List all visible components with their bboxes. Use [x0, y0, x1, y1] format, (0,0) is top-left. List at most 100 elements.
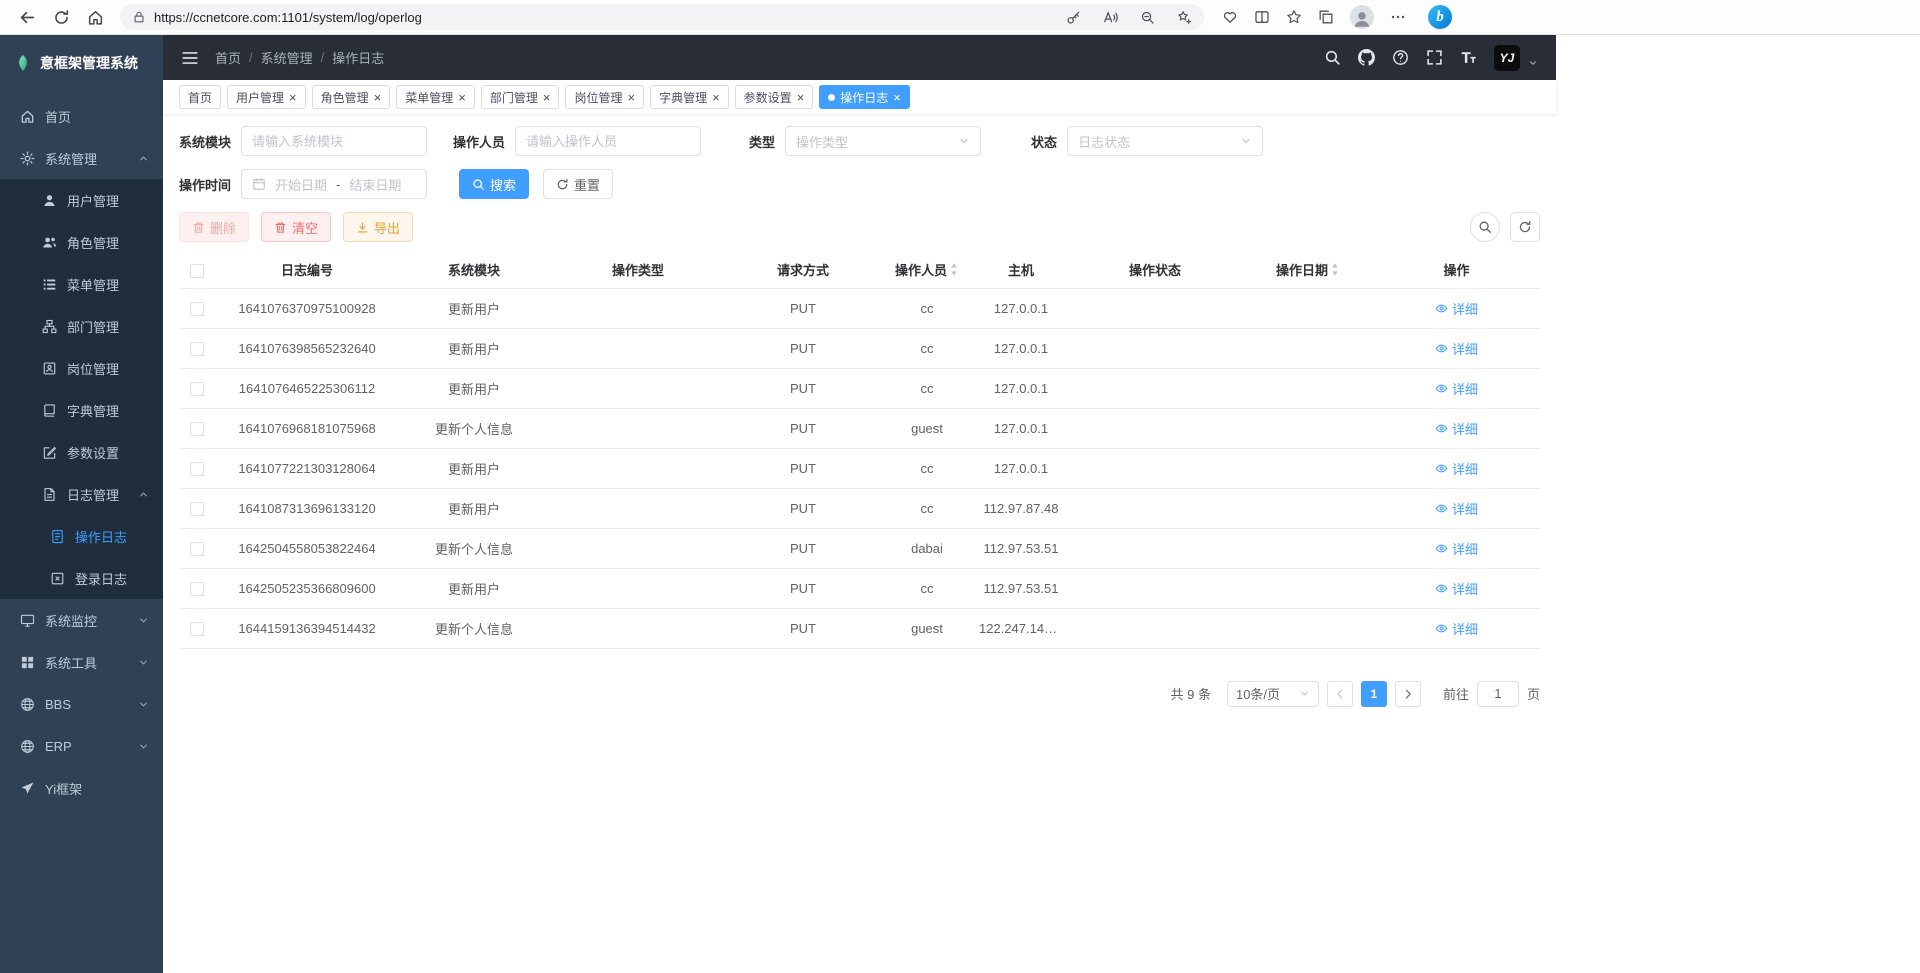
- sidebar-item[interactable]: 日志管理: [0, 473, 163, 515]
- detail-link[interactable]: 详细: [1435, 579, 1478, 598]
- row-checkbox[interactable]: [190, 462, 204, 476]
- zoom-out-icon[interactable]: [1140, 10, 1155, 25]
- sidebar-item[interactable]: 字典管理: [0, 389, 163, 431]
- row-checkbox[interactable]: [190, 542, 204, 556]
- detail-link[interactable]: 详细: [1435, 419, 1478, 438]
- next-page-button[interactable]: [1395, 681, 1421, 707]
- user-avatar[interactable]: YJ: [1494, 45, 1520, 71]
- tab-close-icon[interactable]: ×: [543, 91, 551, 104]
- select-all-checkbox[interactable]: [190, 264, 204, 278]
- row-checkbox[interactable]: [190, 342, 204, 356]
- settings-ellipsis-icon[interactable]: [1390, 9, 1406, 25]
- tab[interactable]: 操作日志 ×: [819, 85, 910, 109]
- tab-close-icon[interactable]: ×: [458, 91, 466, 104]
- favorites-icon[interactable]: [1286, 9, 1302, 25]
- column-header[interactable]: 日志编号: [215, 252, 399, 288]
- breadcrumb-item[interactable]: 操作日志: [332, 48, 384, 67]
- detail-link[interactable]: 详细: [1435, 379, 1478, 398]
- detail-link[interactable]: 详细: [1435, 619, 1478, 638]
- column-header[interactable]: 请求方式: [727, 252, 879, 288]
- detail-link[interactable]: 详细: [1435, 459, 1478, 478]
- type-select[interactable]: 操作类型: [785, 126, 981, 156]
- collapse-sidebar-icon[interactable]: [181, 49, 199, 67]
- tab-close-icon[interactable]: ×: [893, 91, 901, 104]
- sidebar-item[interactable]: 首页: [0, 95, 163, 137]
- module-input[interactable]: [241, 126, 427, 156]
- select-all-header[interactable]: [179, 252, 215, 288]
- tab[interactable]: 首页 ×: [179, 85, 221, 109]
- profile-avatar[interactable]: [1350, 5, 1374, 29]
- detail-link[interactable]: 详细: [1435, 539, 1478, 558]
- home-icon[interactable]: [78, 2, 112, 32]
- sidebar-item[interactable]: 菜单管理: [0, 263, 163, 305]
- sidebar-item[interactable]: 用户管理: [0, 179, 163, 221]
- row-checkbox[interactable]: [190, 302, 204, 316]
- column-header[interactable]: 主机: [975, 252, 1067, 288]
- sidebar-item[interactable]: 系统监控: [0, 599, 163, 641]
- row-checkbox[interactable]: [190, 382, 204, 396]
- address-bar[interactable]: https://ccnetcore.com:1101/system/log/op…: [120, 4, 1204, 30]
- fullscreen-icon[interactable]: [1426, 49, 1443, 66]
- column-header[interactable]: 操作: [1373, 252, 1540, 288]
- sidebar-item[interactable]: 系统管理: [0, 137, 163, 179]
- avatar-caret-icon[interactable]: [1528, 58, 1538, 68]
- refresh-icon[interactable]: [44, 2, 78, 32]
- operator-input[interactable]: [515, 126, 701, 156]
- sidebar-item[interactable]: 部门管理: [0, 305, 163, 347]
- sidebar-item[interactable]: 岗位管理: [0, 347, 163, 389]
- goto-page-input[interactable]: [1477, 681, 1519, 707]
- github-icon[interactable]: [1358, 49, 1375, 66]
- status-select[interactable]: 日志状态: [1067, 126, 1263, 156]
- breadcrumb-item[interactable]: 首页: [215, 48, 241, 67]
- toggle-search-button[interactable]: [1470, 212, 1500, 242]
- split-screen-icon[interactable]: [1254, 9, 1270, 25]
- tab[interactable]: 部门管理 ×: [481, 85, 560, 109]
- refresh-table-button[interactable]: [1510, 212, 1540, 242]
- tab-close-icon[interactable]: ×: [289, 91, 297, 104]
- reset-button[interactable]: 重置: [543, 169, 613, 199]
- tab[interactable]: 字典管理 ×: [650, 85, 729, 109]
- delete-button[interactable]: 删除: [179, 212, 249, 242]
- sort-icon[interactable]: [1330, 261, 1340, 278]
- date-range-picker[interactable]: 开始日期 - 结束日期: [241, 169, 427, 199]
- column-header[interactable]: 操作日期: [1243, 252, 1373, 288]
- tab[interactable]: 菜单管理 ×: [396, 85, 475, 109]
- row-checkbox[interactable]: [190, 582, 204, 596]
- detail-link[interactable]: 详细: [1435, 339, 1478, 358]
- key-icon[interactable]: [1066, 10, 1081, 25]
- question-icon[interactable]: [1392, 49, 1409, 66]
- add-favorite-icon[interactable]: [1177, 10, 1192, 25]
- tab[interactable]: 参数设置 ×: [735, 85, 814, 109]
- search-icon[interactable]: [1324, 49, 1341, 66]
- read-aloud-icon[interactable]: [1103, 10, 1118, 25]
- breadcrumb-item[interactable]: 系统管理: [261, 48, 313, 67]
- sidebar-item[interactable]: ERP: [0, 725, 163, 767]
- prev-page-button[interactable]: [1327, 681, 1353, 707]
- sidebar-item[interactable]: 参数设置: [0, 431, 163, 473]
- tab[interactable]: 岗位管理 ×: [565, 85, 644, 109]
- export-button[interactable]: 导出: [343, 212, 413, 242]
- browser-essentials-icon[interactable]: [1222, 9, 1238, 25]
- bing-icon[interactable]: b: [1428, 5, 1452, 29]
- sidebar-item[interactable]: 操作日志: [0, 515, 163, 557]
- back-icon[interactable]: [10, 2, 44, 32]
- clear-button[interactable]: 清空: [261, 212, 331, 242]
- tab-close-icon[interactable]: ×: [712, 91, 720, 104]
- sidebar-item[interactable]: 登录日志: [0, 557, 163, 599]
- tab-close-icon[interactable]: ×: [797, 91, 805, 104]
- collections-icon[interactable]: [1318, 9, 1334, 25]
- row-checkbox[interactable]: [190, 422, 204, 436]
- font-size-icon[interactable]: [1460, 49, 1477, 66]
- column-header[interactable]: 系统模块: [399, 252, 549, 288]
- sidebar-item[interactable]: Yi框架: [0, 767, 163, 809]
- column-header[interactable]: 操作状态: [1067, 252, 1243, 288]
- detail-link[interactable]: 详细: [1435, 499, 1478, 518]
- sidebar-item[interactable]: 角色管理: [0, 221, 163, 263]
- tab-close-icon[interactable]: ×: [627, 91, 635, 104]
- column-header[interactable]: 操作类型: [549, 252, 727, 288]
- sort-icon[interactable]: [949, 261, 959, 278]
- tab-close-icon[interactable]: ×: [374, 91, 382, 104]
- tab[interactable]: 用户管理 ×: [227, 85, 306, 109]
- sidebar-item[interactable]: BBS: [0, 683, 163, 725]
- row-checkbox[interactable]: [190, 622, 204, 636]
